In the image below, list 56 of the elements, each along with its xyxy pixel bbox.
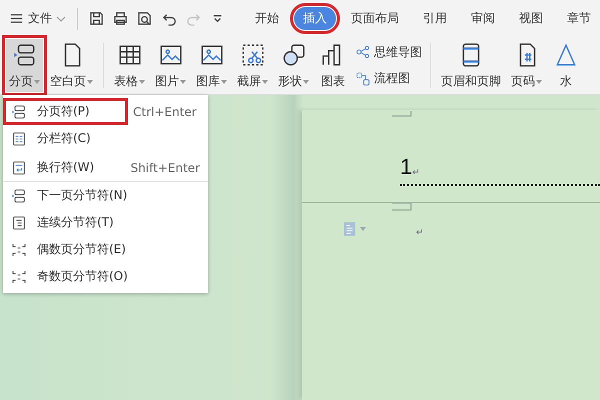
- flowchart-icon: [355, 70, 371, 87]
- dropdown-caret-icon: [360, 227, 366, 231]
- menu-item[interactable]: 换行符(W) Shift+Enter: [3, 152, 208, 182]
- ribbon-tab[interactable]: 引用: [414, 7, 456, 30]
- shortcut-label: Shift+Enter: [130, 160, 200, 174]
- scissors-icon: [240, 42, 266, 68]
- ribbon-tab[interactable]: 视图: [510, 7, 552, 30]
- ribbon-button[interactable]: 页眉和页脚: [438, 39, 504, 92]
- menu-icon: [9, 11, 24, 26]
- page-break-icon: [12, 42, 38, 68]
- dropdown-caret-icon: [34, 80, 40, 84]
- save-icon: [88, 10, 105, 27]
- ribbon-button[interactable]: 页码: [508, 39, 545, 92]
- paragraph-mark: ↵: [416, 228, 424, 238]
- ribbon-button[interactable]: 形状: [275, 39, 312, 92]
- ribbon-tab[interactable]: 页面布局: [342, 7, 408, 30]
- ribbon-button[interactable]: 截屏: [234, 39, 271, 92]
- menu-item[interactable]: 连续分节符(T): [3, 209, 208, 236]
- menu-item[interactable]: 奇数页分节符(O): [3, 263, 208, 290]
- mind-map-icon: [355, 44, 371, 60]
- crop-mark: [392, 110, 412, 118]
- ribbon-button[interactable]: 图库: [193, 39, 230, 92]
- ribbon-tab[interactable]: 开始: [246, 7, 288, 30]
- dropdown-caret-icon: [262, 80, 268, 84]
- ribbon-button[interactable]: 表格: [111, 39, 148, 92]
- ribbon-button[interactable]: 水: [549, 39, 583, 92]
- ribbon-tab[interactable]: 审阅: [462, 7, 504, 30]
- dropdown-caret-icon: [221, 80, 227, 84]
- paragraph-mark: ↵: [412, 168, 420, 178]
- shape-icon: [280, 42, 306, 68]
- chevron-down-icon: [56, 14, 66, 24]
- ribbon-tab[interactable]: 章节: [558, 7, 600, 30]
- ribbon-button[interactable]: 分页: [6, 39, 43, 92]
- dropdown-caret-icon: [139, 80, 145, 84]
- ribbon-tab[interactable]: 插入: [294, 7, 336, 30]
- dropdown-caret-icon: [87, 80, 93, 84]
- ribbon-button[interactable]: 图片: [152, 39, 189, 92]
- magnifier-page-icon: [136, 10, 154, 27]
- shortcut-label: Ctrl+Enter: [133, 104, 197, 118]
- menu-item[interactable]: 下一页分节符(N): [3, 182, 208, 209]
- ribbon-button[interactable]: 思维导图: [355, 44, 422, 61]
- dropdown-caret-icon: [180, 80, 186, 84]
- menu-item[interactable]: 偶数页分节符(E): [3, 236, 208, 263]
- file-menu-button[interactable]: 文件: [6, 8, 69, 29]
- crop-mark: [392, 203, 412, 211]
- document-text: 1: [400, 156, 412, 178]
- dropdown-caret-icon: [536, 80, 542, 84]
- menu-item[interactable]: 分栏符(C): [3, 125, 208, 152]
- printer-icon: [112, 10, 129, 27]
- ribbon-button[interactable]: 流程图: [355, 70, 422, 88]
- page-break-icon: [11, 188, 27, 204]
- file-menu-label: 文件: [28, 10, 52, 27]
- dropdown-caret-icon: [303, 80, 309, 84]
- page-break-icon: [11, 104, 27, 120]
- ribbon-button[interactable]: 图表: [316, 39, 350, 92]
- ribbon-button[interactable]: 空白页: [47, 39, 96, 92]
